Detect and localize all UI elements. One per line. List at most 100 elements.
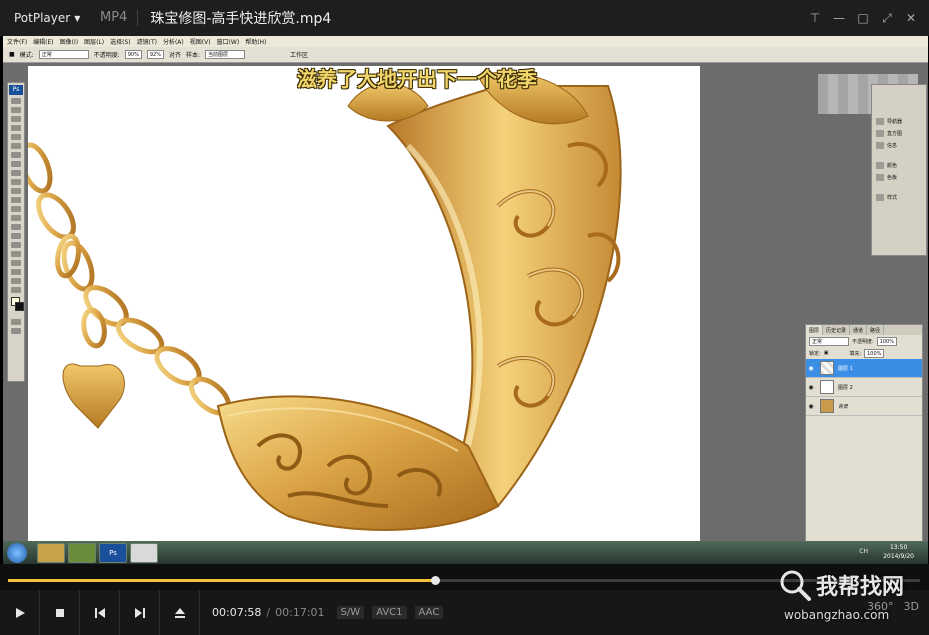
layer-row: ◉ 图层 2 [806,378,922,397]
ps-menu-window: 窗口(W) [216,39,240,46]
video-codec-badge[interactable]: AVC1 [372,606,407,619]
audio-codec-badge[interactable]: AAC [414,606,444,619]
color-icon [876,161,884,169]
clock-date: 2014/9/20 [883,553,914,560]
window-controls: ⊤ — □ ⤢ ✕ [803,0,923,36]
current-time: 00:07:58 [212,606,262,619]
gold-bracelet-image [28,71,622,531]
tab-history: 历史记录 [823,325,851,335]
player-menu-button[interactable]: PotPlayer ▼ [0,11,90,25]
chain [28,142,232,416]
stop-button[interactable] [40,590,80,635]
file-title: 珠宝修图-高手快进欣赏.mp4 [150,11,332,27]
ps-menu-file: 文件(F) [7,39,28,46]
layer-row: ◉ 图层 1 [806,359,922,378]
styles-icon [876,193,884,201]
eject-icon [174,607,185,618]
app-name: PotPlayer [14,11,71,25]
layer-thumbnail [820,361,834,375]
magnifier-icon [780,570,811,601]
layer-thumbnail [820,399,834,413]
navigator-icon [876,117,884,125]
healing-tool-icon [11,152,21,158]
browser-icon [68,542,96,563]
seek-progress [8,579,435,582]
eye-icon: ◉ [808,383,814,391]
next-icon [134,607,145,618]
play-button[interactable] [0,590,40,635]
ps-side-panels: 导航器 直方图 信息 颜色 色板 样式 [871,84,927,256]
ps-canvas[interactable] [28,66,700,541]
layers-blend-row: 正常 不透明度: 100% [806,335,922,347]
eye-icon: ◉ [808,364,814,372]
fill-value: 100% [864,348,885,358]
panel-color: 颜色 [872,159,926,171]
swatches-icon [876,173,884,181]
layers-opacity-value: 100% [876,336,897,346]
pin-icon[interactable]: ⊤ [803,6,827,30]
layer-name: 图层 2 [838,384,853,391]
align-label: 对齐 [168,52,181,59]
minimize-icon[interactable]: — [827,6,851,30]
histogram-icon [876,129,884,137]
screen-mode-icon [11,328,21,334]
eject-button[interactable] [160,590,200,635]
color-swatches [10,297,24,315]
play-icon [15,607,25,618]
previous-button[interactable] [80,590,120,635]
ps-logo-icon: Ps [9,85,23,95]
ps-layers-panel: 图层 历史记录 通道 路径 正常 不透明度: 100% 锁定: ▣ 填充: 10… [805,324,923,542]
fullscreen-icon[interactable]: ⤢ [875,6,899,30]
layer-name: 图层 1 [838,365,853,372]
info-icon [876,141,884,149]
video-subtitle: 滋养了大地开出下一个花季 [297,67,537,91]
type-tool-icon [11,233,21,239]
panel-navigator: 导航器 [872,115,926,127]
lock-icon: ▣ [823,350,829,356]
watermark: 我帮找网 wobangzhao.com [778,568,926,632]
ps-menu-layer: 图层(L) [84,39,105,46]
pen-tool-icon [11,224,21,230]
marquee-tool-icon [11,107,21,113]
layers-opacity-label: 不透明度: [852,338,874,345]
next-button[interactable] [120,590,160,635]
tab-layers: 图层 [806,325,824,335]
eraser-tool-icon [11,188,21,194]
layer-row: ◉ 背景 [806,397,922,416]
notes-tool-icon [11,260,21,266]
ps-menu-edit: 编辑(E) [33,39,54,46]
mode-label: 模式: [19,52,34,59]
gradient-tool-icon [11,197,21,203]
path-select-icon [11,242,21,248]
flow-value: 92% [146,50,164,59]
history-brush-icon [11,179,21,185]
video-frame[interactable]: 文件(F) 编辑(E) 图像(I) 图层(L) 选择(S) 滤镜(T) 分析(A… [3,36,928,564]
eyedropper-tool-icon [11,269,21,275]
lock-label: 锁定: [809,350,821,357]
move-tool-icon [11,98,21,104]
zoom-tool-icon [11,287,21,293]
watermark-title: 我帮找网 [816,575,905,600]
seek-handle[interactable] [430,576,440,585]
panel-info: 信息 [872,139,926,151]
decoder-badge[interactable]: S/W [336,606,365,619]
close-icon[interactable]: ✕ [899,6,923,30]
blend-mode: 正常 [809,336,849,346]
fill-label: 填充: [849,350,862,357]
panel-swatches: 色板 [872,171,926,183]
stamp-icon: ■ [9,51,15,58]
previous-icon [94,607,105,618]
eye-icon: ◉ [808,402,814,410]
windows-start-icon [7,542,27,563]
maximize-icon[interactable]: □ [851,6,875,30]
system-tray: CH [859,548,868,555]
ps-menu-filter: 滤镜(T) [136,39,157,46]
player-title-bar: PotPlayer ▼ MP4 珠宝修图-高手快进欣赏.mp4 ⊤ — □ ⤢ … [0,0,929,36]
layer-name: 背景 [838,403,849,410]
crop-tool-icon [11,134,21,140]
clock-time: 13:50 [889,544,908,551]
layers-tabs: 图层 历史记录 通道 路径 [806,325,922,335]
stamp-tool-icon [11,170,21,176]
shape-tool-icon [11,251,21,257]
windows-taskbar: Ps CH 13:50 2014/9/20 [3,541,928,564]
